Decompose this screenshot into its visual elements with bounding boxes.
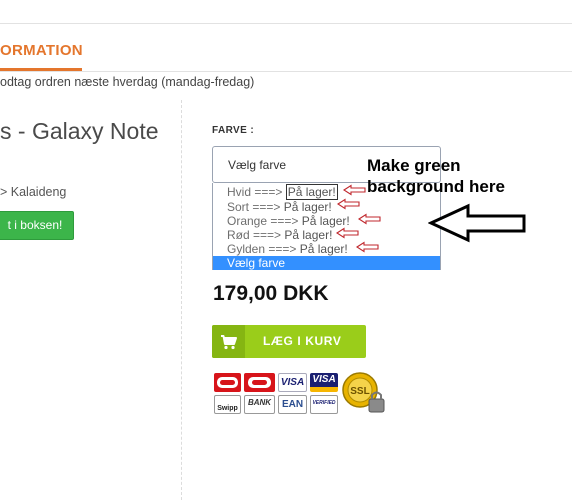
color-select-value: Vælg farve [228, 158, 287, 172]
small-arrow-icon [342, 184, 366, 196]
product-price: 179,00 DKK [213, 282, 329, 305]
option-orange[interactable]: Orange ===> På lager! [227, 214, 350, 228]
in-stock-button[interactable]: t i boksen! [0, 211, 74, 240]
option-separator: ===> [265, 242, 300, 256]
add-to-cart-label: LÆG I KURV [263, 334, 342, 348]
ssl-secured-icon: SSL [341, 371, 386, 414]
cart-icon [212, 325, 245, 358]
option-status: På lager! [301, 214, 350, 228]
option-name: Hvid [227, 185, 252, 199]
option-status: På lager! [283, 200, 332, 214]
small-arrow-icon [336, 198, 360, 210]
option-separator: ===> [249, 228, 285, 242]
breadcrumb: > Kalaideng [0, 185, 67, 199]
color-label: FARVE : [212, 125, 255, 136]
tab-information[interactable]: ORMATION [0, 42, 83, 59]
option-sort[interactable]: Sort ===> På lager! [227, 200, 332, 214]
delivery-info: odtag ordren næste hverdag (mandag-freda… [0, 75, 255, 89]
product-title: s - Galaxy Note [0, 118, 159, 144]
option-name: Orange [227, 214, 268, 228]
small-arrow-icon [335, 227, 359, 239]
option-name: Gylden [227, 242, 266, 256]
option-vaelg-farve[interactable]: Vælg farve [213, 256, 440, 270]
annotation-line-1: Make green [367, 156, 461, 175]
column-divider [181, 100, 182, 500]
option-separator: ===> [267, 214, 302, 228]
swipp-icon: Swipp [214, 395, 241, 414]
option-separator: ===> [251, 185, 286, 199]
option-status: På lager! [285, 184, 338, 200]
verified-by-visa-icon: VERIFIED [310, 395, 338, 414]
option-rod[interactable]: Rød ===> På lager! [227, 228, 332, 242]
tabs-divider [0, 71, 572, 72]
option-gylden[interactable]: Gylden ===> På lager! [227, 242, 348, 256]
small-arrow-icon [357, 213, 381, 225]
option-name: Rød [227, 228, 250, 242]
option-hvid[interactable]: Hvid ===> På lager! [227, 184, 338, 200]
edankort-icon [244, 373, 275, 392]
option-name: Sort [227, 200, 250, 214]
visa-icon: VISA [278, 373, 307, 392]
dankort-icon [214, 373, 241, 392]
visa-electron-icon: VISA [310, 373, 338, 392]
ean-icon: EAN [278, 395, 307, 414]
option-separator: ===> [249, 200, 284, 214]
annotation-text: Make green background here [367, 155, 505, 197]
top-divider [0, 23, 572, 24]
ssl-icon-text: SSL [350, 386, 369, 397]
big-arrow-icon [428, 203, 526, 243]
option-status: På lager! [284, 228, 333, 242]
annotation-line-2: background here [367, 177, 505, 196]
add-to-cart-button[interactable]: LÆG I KURV [212, 325, 366, 358]
bank-transfer-icon: BANK [244, 395, 275, 414]
small-arrow-icon [355, 241, 379, 253]
option-status: På lager! [299, 242, 348, 256]
